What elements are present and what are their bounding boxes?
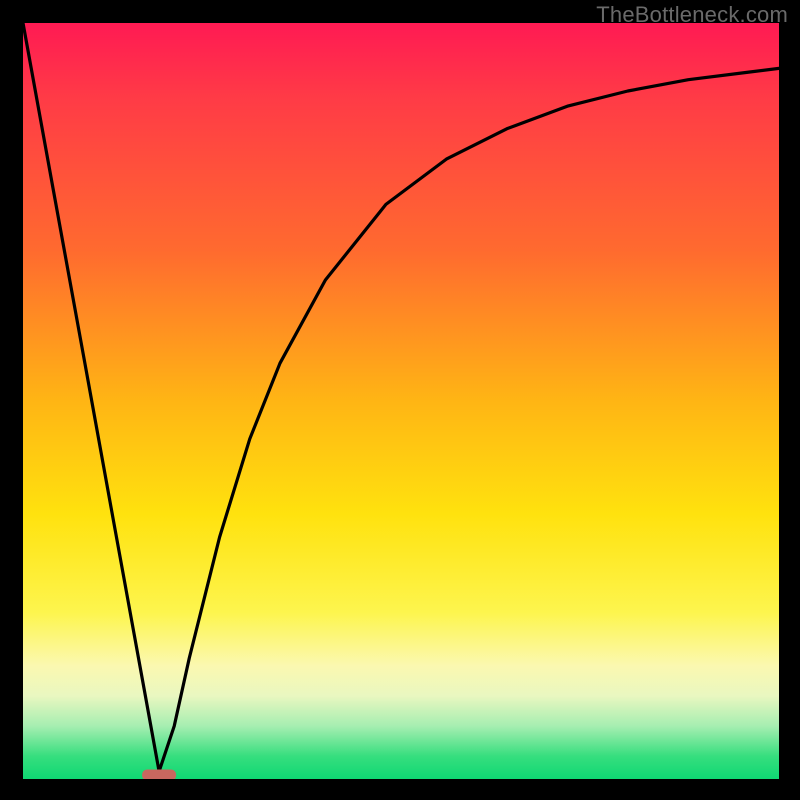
chart-frame: TheBottleneck.com: [0, 0, 800, 800]
minimum-marker: [142, 770, 176, 780]
plot-area: [23, 23, 779, 779]
bottleneck-curve: [23, 23, 779, 771]
watermark-text: TheBottleneck.com: [596, 2, 788, 28]
curve-layer: [23, 23, 779, 779]
